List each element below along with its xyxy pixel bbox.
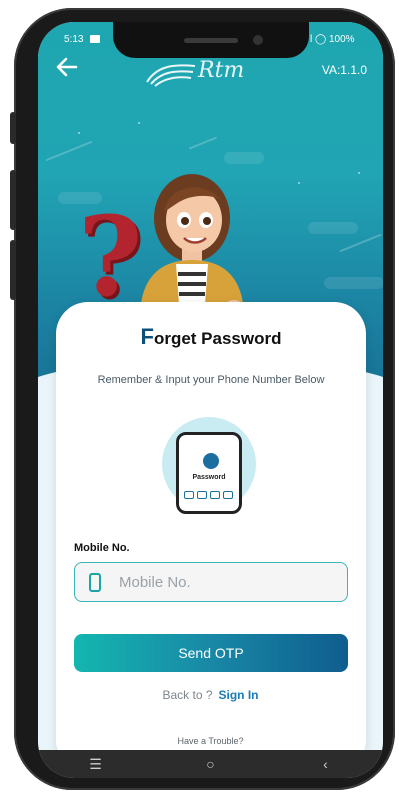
mobile-field[interactable] [74, 562, 348, 602]
pin-dot [184, 491, 194, 499]
star [358, 172, 360, 174]
recent-apps-icon[interactable]: ☰ [76, 756, 116, 773]
version-label: VA:1.1.0 [321, 63, 367, 77]
cloud [324, 277, 383, 289]
volume-button-bottom [10, 240, 16, 300]
logo-swoosh-icon [146, 64, 196, 87]
pin-dot [197, 491, 207, 499]
have-a-trouble-link[interactable]: Have a Trouble? [38, 736, 383, 746]
home-icon[interactable]: ○ [191, 756, 231, 772]
lock-icon [203, 453, 219, 469]
app-logo: Rtm [143, 58, 263, 90]
star [298, 182, 300, 184]
system-navigation-bar: ☰ ○ ‹ [38, 750, 383, 778]
back-button[interactable] [54, 54, 80, 80]
pin-dots [184, 491, 233, 499]
cloud [308, 222, 358, 234]
light-streak [188, 136, 218, 150]
back-to-sign-in: Back to ? Sign In [38, 688, 383, 702]
star [138, 122, 140, 124]
volume-button-middle [10, 170, 16, 230]
volume-button-top [10, 112, 16, 144]
card-title-rest: orget Password [153, 329, 282, 348]
back-to-label: Back to ? [162, 688, 213, 702]
character-illustration [140, 174, 244, 318]
mobile-input[interactable] [119, 563, 339, 601]
status-battery: l ◯ 100% [310, 34, 355, 45]
card-title: Forget Password [56, 324, 366, 350]
logo-text: Rtm [198, 58, 245, 83]
arrow-left-icon [56, 57, 78, 77]
notification-icon [90, 35, 100, 43]
light-streak [45, 140, 93, 162]
screen: 5:13 l ◯ 100% Rtm VA:1.1.0 ? Forget Pass… [38, 22, 383, 778]
star [78, 132, 80, 134]
sign-in-link[interactable]: Sign In [219, 688, 259, 702]
mobile-phone-icon [89, 573, 101, 592]
pin-dot [210, 491, 220, 499]
card-subtitle: Remember & Input your Phone Number Below [97, 374, 325, 386]
light-streak [339, 233, 382, 253]
card-title-first-letter: F [140, 324, 154, 349]
nav-back-icon[interactable]: ‹ [306, 756, 346, 772]
send-otp-button[interactable]: Send OTP [74, 634, 348, 672]
phone-illustration-label: Password [192, 474, 226, 481]
phone-password-illustration: Password [176, 432, 242, 514]
camera-notch [113, 22, 309, 58]
speaker [184, 38, 238, 43]
mobile-label: Mobile No. [74, 542, 130, 554]
cloud [224, 152, 264, 164]
pin-dot [223, 491, 233, 499]
status-time: 5:13 [64, 34, 84, 45]
camera-icon [253, 35, 263, 45]
